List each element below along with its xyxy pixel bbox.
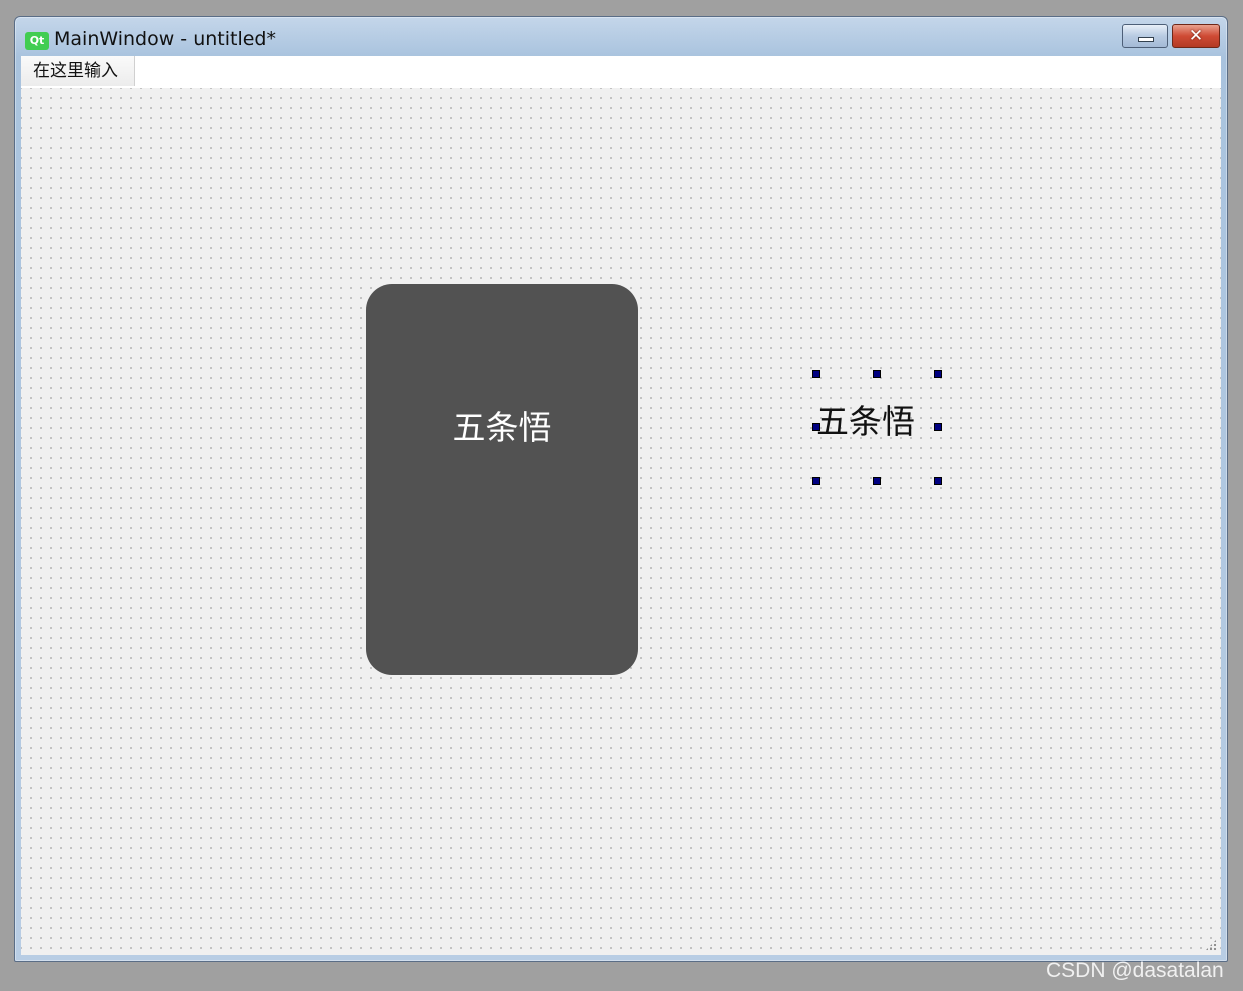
main-window: Qt MainWindow - untitled* ✕ 在这里输入 五条悟 五条… xyxy=(14,16,1228,962)
resize-handle-top[interactable] xyxy=(873,370,881,378)
watermark-text: CSDN @dasatalan xyxy=(1046,959,1224,982)
menu-type-here-placeholder[interactable]: 在这里输入 xyxy=(21,56,135,86)
resize-handle-bottom-right[interactable] xyxy=(934,477,942,485)
menu-bar: 在这里输入 xyxy=(21,56,1221,88)
resize-handle-top-left[interactable] xyxy=(812,370,820,378)
central-widget-canvas[interactable]: 五条悟 五条悟 xyxy=(21,88,1221,955)
minimize-icon xyxy=(1138,37,1154,42)
window-title: MainWindow - untitled* xyxy=(54,28,276,50)
resize-handle-top-right[interactable] xyxy=(934,370,942,378)
size-grip-icon[interactable] xyxy=(1205,939,1217,951)
card-frame[interactable]: 五条悟 xyxy=(366,284,638,675)
qt-logo-icon: Qt xyxy=(25,32,49,50)
selected-label-widget[interactable]: 五条悟 xyxy=(812,370,942,485)
minimize-button[interactable] xyxy=(1122,24,1168,48)
resize-handle-left[interactable] xyxy=(812,423,820,431)
close-icon: ✕ xyxy=(1188,26,1204,46)
resize-handle-bottom[interactable] xyxy=(873,477,881,485)
resize-handle-bottom-left[interactable] xyxy=(812,477,820,485)
card-label[interactable]: 五条悟 xyxy=(366,408,638,448)
close-button[interactable]: ✕ xyxy=(1172,24,1220,48)
resize-handle-right[interactable] xyxy=(934,423,942,431)
title-bar[interactable]: Qt MainWindow - untitled* ✕ xyxy=(15,17,1227,57)
client-area: 在这里输入 五条悟 五条悟 xyxy=(21,56,1221,955)
selected-label-text: 五条悟 xyxy=(816,402,915,441)
